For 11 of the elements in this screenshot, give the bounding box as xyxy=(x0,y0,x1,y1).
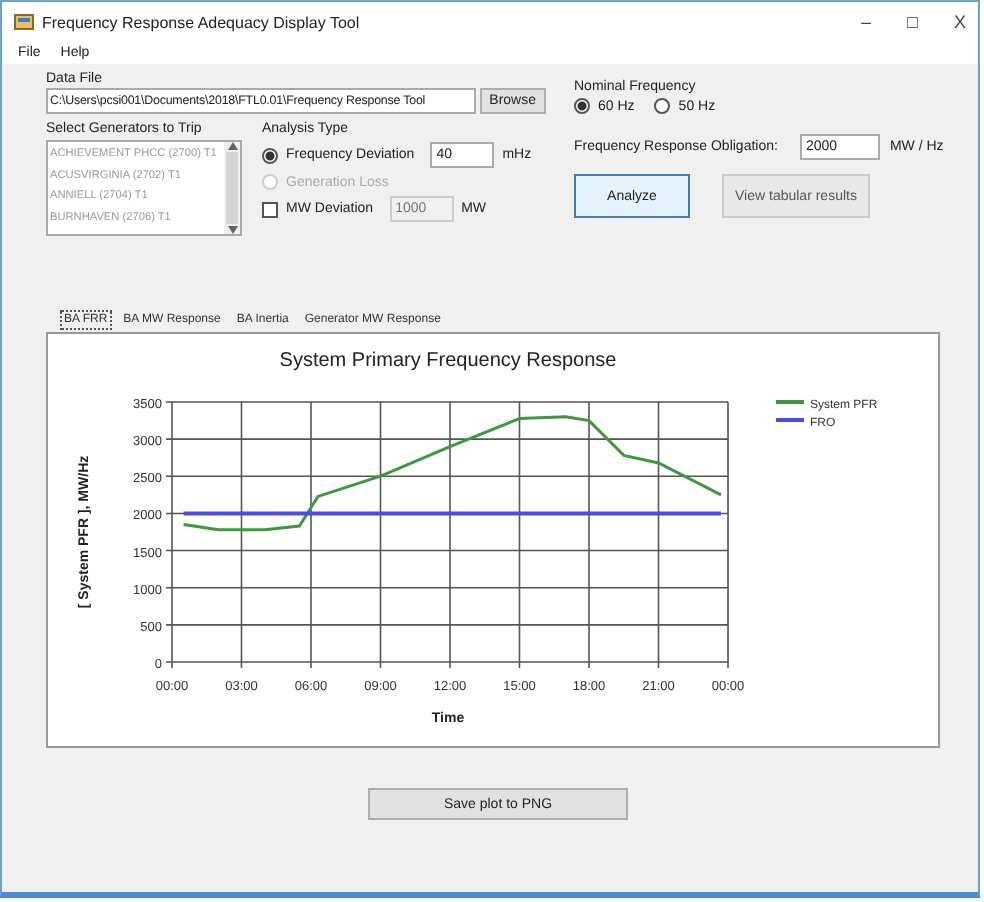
checkbox[interactable] xyxy=(262,201,278,217)
chart-title: System Primary Frequency Response xyxy=(279,350,617,372)
window-control[interactable]: □ xyxy=(907,12,918,32)
window-control[interactable]: – xyxy=(861,12,872,32)
radio-button[interactable] xyxy=(654,98,671,114)
window-control[interactable]: X xyxy=(953,12,966,32)
window-title: Frequency Response Adequacy Display Tool xyxy=(42,13,360,31)
radio-button[interactable] xyxy=(574,98,590,114)
app-icon xyxy=(14,12,34,32)
radio-button[interactable] xyxy=(262,147,278,163)
scrollbar[interactable] xyxy=(224,142,240,234)
